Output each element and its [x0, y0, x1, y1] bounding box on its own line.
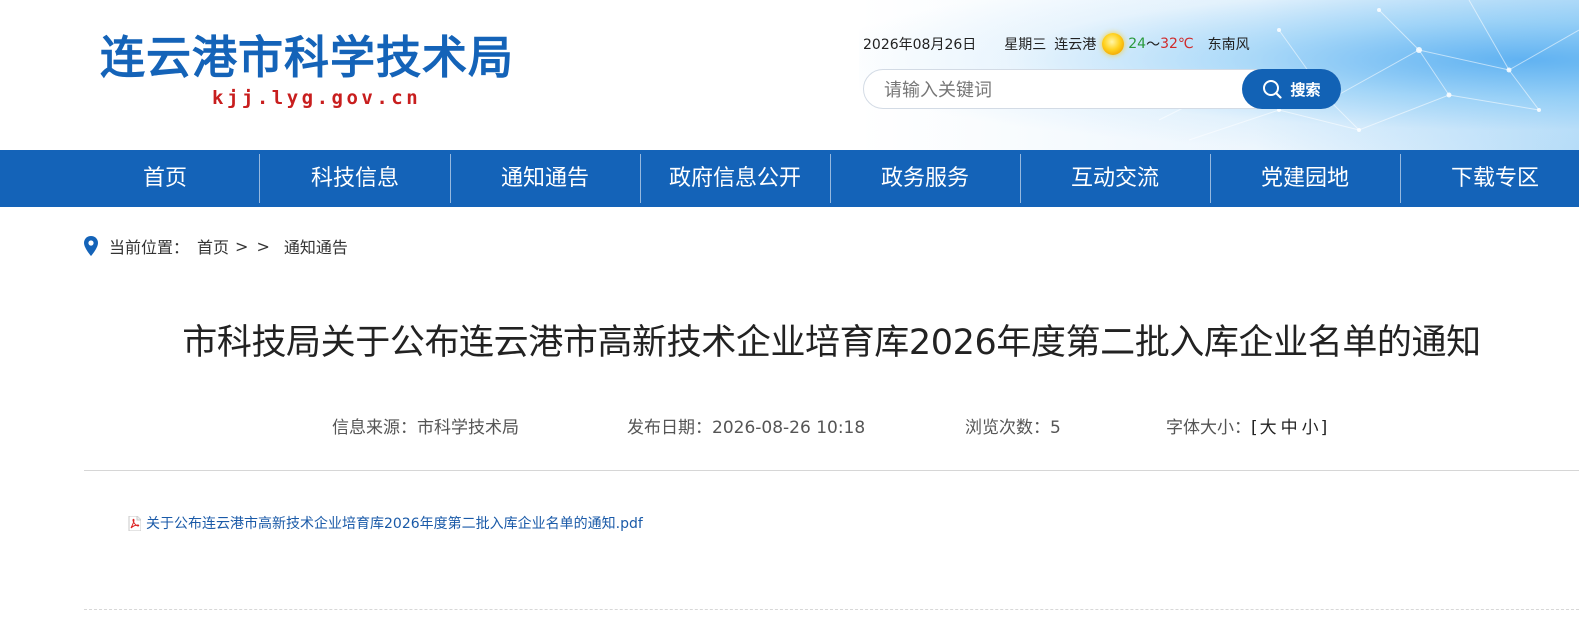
font-size-medium[interactable]: 中	[1281, 418, 1298, 438]
nav-item-gov-info[interactable]: 政府信息公开	[640, 150, 830, 207]
temp-separator: ～	[1146, 37, 1161, 53]
article-date: 发布日期：2026-08-26 10:18	[627, 418, 866, 438]
location-pin-icon	[84, 236, 98, 256]
article-title: 市科技局关于公布连云港市高新技术企业培育库2026年度第二批入库企业名单的通知	[182, 323, 1481, 363]
breadcrumb-prefix: 当前位置：	[109, 238, 190, 257]
font-size-large[interactable]: 大	[1260, 418, 1277, 438]
weather-date: 2026年08月26日	[863, 37, 977, 53]
temp-high: 32℃	[1160, 36, 1194, 52]
nav-item-tech-info[interactable]: 科技信息	[260, 150, 450, 207]
weather-bar: 2026年08月26日 星期三 连云港 24 ～ 32℃ 东南风	[863, 33, 1250, 55]
weather-weekday: 星期三	[1004, 37, 1047, 53]
site-title: 连云港市科学技术局	[100, 31, 515, 84]
sun-icon	[1102, 33, 1125, 55]
search-box: 搜索	[863, 69, 1341, 109]
divider	[84, 470, 1579, 471]
font-size-control: 字体大小：[大中小]	[1166, 413, 1328, 438]
nav-item-services[interactable]: 政务服务	[830, 150, 1020, 207]
site-domain: kjj.lyg.gov.cn	[212, 87, 422, 109]
pdf-file-icon	[128, 515, 141, 531]
search-button-label: 搜索	[1290, 80, 1321, 99]
font-size-small[interactable]: 小	[1302, 418, 1319, 438]
nav-item-party[interactable]: 党建园地	[1210, 150, 1400, 207]
nav-item-home[interactable]: 首页	[70, 150, 260, 207]
breadcrumb-separator: >	[256, 236, 270, 256]
attachment-link[interactable]: 关于公布连云港市高新技术企业培育库2026年度第二批入库企业名单的通知.pdf	[146, 513, 643, 533]
search-icon	[1263, 80, 1283, 99]
nav-item-interaction[interactable]: 互动交流	[1020, 150, 1210, 207]
font-bracket-close: ]	[1320, 418, 1328, 438]
breadcrumb-separator: >	[235, 236, 249, 256]
temp-low: 24	[1128, 36, 1147, 52]
attachment: 关于公布连云港市高新技术企业培育库2026年度第二批入库企业名单的通知.pdf	[128, 513, 643, 533]
nav-item-notices[interactable]: 通知通告	[450, 150, 640, 207]
article-source: 信息来源：市科学技术局	[332, 418, 519, 438]
main-nav: 首页 科技信息 通知通告 政府信息公开 政务服务 互动交流 党建园地 下载专区	[0, 150, 1579, 207]
search-button[interactable]: 搜索	[1242, 69, 1341, 109]
breadcrumb-home[interactable]: 首页	[197, 234, 229, 258]
weather-city: 连云港	[1054, 37, 1097, 53]
nav-item-downloads[interactable]: 下载专区	[1400, 150, 1579, 207]
breadcrumb-current[interactable]: 通知通告	[284, 234, 348, 258]
font-bracket-open: [	[1251, 418, 1258, 438]
font-size-label: 字体大小：	[1166, 418, 1251, 438]
weather-wind: 东南风	[1207, 37, 1250, 53]
site-header: 连云港市科学技术局 kjj.lyg.gov.cn 2026年08月26日 星期三…	[0, 0, 1579, 150]
search-input[interactable]	[882, 78, 1226, 102]
divider-dashed	[84, 609, 1579, 610]
breadcrumb: 当前位置： 首页 > > 通知通告	[84, 234, 348, 258]
site-logo[interactable]: 连云港市科学技术局 kjj.lyg.gov.cn	[100, 30, 514, 110]
article-views: 浏览次数：5	[965, 418, 1061, 438]
